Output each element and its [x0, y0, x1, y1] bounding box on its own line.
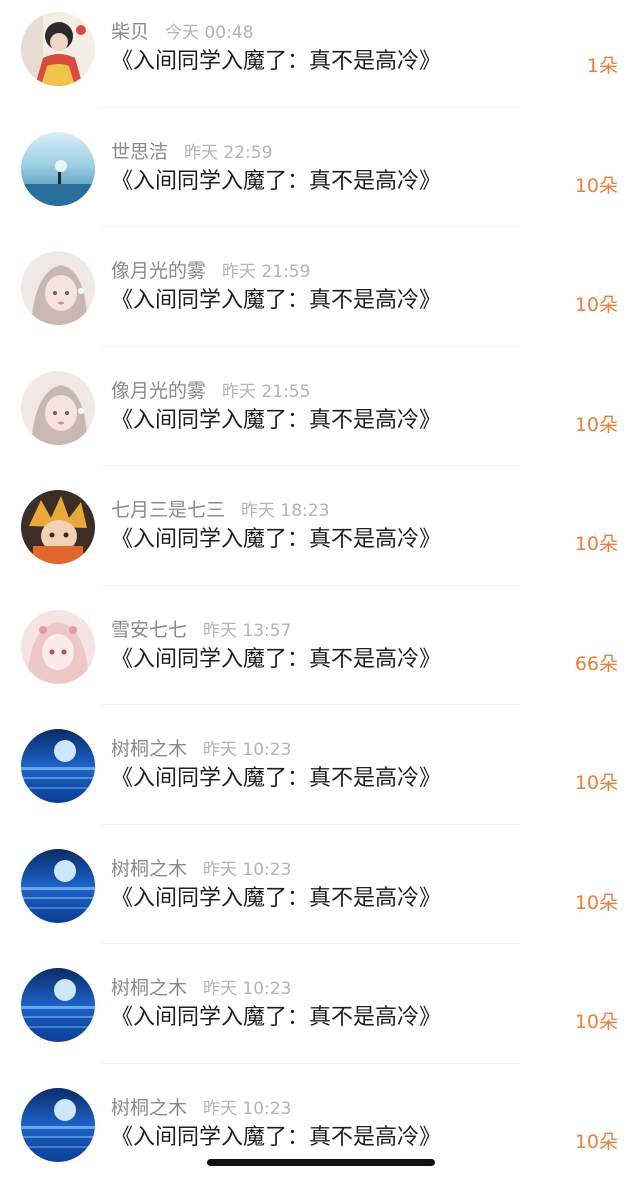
meta-line: 树桐之木昨天 10:23 [111, 855, 291, 883]
avatar[interactable] [21, 490, 95, 564]
meta-line: 像月光的雾昨天 21:55 [111, 377, 310, 405]
user-name[interactable]: 树桐之木 [111, 858, 187, 880]
divider [100, 943, 520, 944]
avatar[interactable] [21, 849, 95, 923]
user-name[interactable]: 雪安七七 [111, 619, 187, 641]
timestamp: 昨天 22:59 [184, 143, 272, 163]
gift-count: 10朵 [575, 889, 618, 917]
meta-line: 树桐之木昨天 10:23 [111, 735, 291, 763]
book-title: 《入间同学入魔了：真不是高冷》 [111, 763, 441, 795]
gift-count: 10朵 [575, 1128, 618, 1156]
meta-line: 世思洁昨天 22:59 [111, 138, 272, 166]
gift-record-list: 柴贝今天 00:48 《入间同学入魔了：真不是高冷》 1朵 [0, 0, 640, 1195]
avatar[interactable] [21, 968, 95, 1042]
book-title: 《入间同学入魔了：真不是高冷》 [111, 644, 441, 676]
divider [100, 704, 520, 705]
user-name[interactable]: 像月光的雾 [111, 380, 206, 402]
book-title: 《入间同学入魔了：真不是高冷》 [111, 1002, 441, 1034]
avatar-pink-girl-icon [21, 610, 95, 684]
gift-count: 10朵 [575, 1008, 618, 1036]
avatar-girl-red-icon [21, 12, 95, 86]
list-item[interactable]: 柴贝今天 00:48 《入间同学入魔了：真不是高冷》 1朵 [0, 0, 640, 120]
meta-line: 柴贝今天 00:48 [111, 18, 253, 46]
avatar[interactable] [21, 610, 95, 684]
avatar[interactable] [21, 251, 95, 325]
divider [100, 585, 520, 586]
divider [100, 1063, 520, 1064]
avatar-blue-moon-icon [21, 968, 95, 1042]
user-name[interactable]: 七月三是七三 [111, 499, 225, 521]
gift-count: 10朵 [575, 769, 618, 797]
gift-count: 1朵 [587, 52, 618, 80]
avatar-blue-moon-icon [21, 729, 95, 803]
avatar[interactable] [21, 729, 95, 803]
list-item[interactable]: 世思洁昨天 22:59 《入间同学入魔了：真不是高冷》 10朵 [0, 120, 640, 240]
divider [100, 824, 520, 825]
avatar[interactable] [21, 371, 95, 445]
avatar-anime-girl-icon [21, 371, 95, 445]
meta-line: 树桐之木昨天 10:23 [111, 1094, 291, 1122]
user-name[interactable]: 柴贝 [111, 21, 149, 43]
meta-line: 雪安七七昨天 13:57 [111, 616, 291, 644]
timestamp: 昨天 10:23 [203, 740, 291, 760]
list-item[interactable]: 雪安七七昨天 13:57 《入间同学入魔了：真不是高冷》 66朵 [0, 598, 640, 718]
user-name[interactable]: 树桐之木 [111, 738, 187, 760]
list-item[interactable]: 树桐之木昨天 10:23 《入间同学入魔了：真不是高冷》 10朵 [0, 1076, 640, 1195]
meta-line: 树桐之木昨天 10:23 [111, 974, 291, 1002]
gift-count: 10朵 [575, 530, 618, 558]
timestamp: 昨天 10:23 [203, 979, 291, 999]
divider [100, 346, 520, 347]
home-indicator[interactable] [207, 1159, 435, 1166]
timestamp: 昨天 21:59 [222, 262, 310, 282]
book-title: 《入间同学入魔了：真不是高冷》 [111, 883, 441, 915]
timestamp: 昨天 10:23 [203, 860, 291, 880]
avatar-anime-girl-icon [21, 251, 95, 325]
avatar-blue-moon-icon [21, 1088, 95, 1162]
book-title: 《入间同学入魔了：真不是高冷》 [111, 166, 441, 198]
divider [100, 107, 520, 108]
timestamp: 昨天 21:55 [222, 382, 310, 402]
avatar[interactable] [21, 1088, 95, 1162]
meta-line: 像月光的雾昨天 21:59 [111, 257, 310, 285]
timestamp: 昨天 10:23 [203, 1099, 291, 1119]
gift-count: 10朵 [575, 291, 618, 319]
gift-count: 10朵 [575, 411, 618, 439]
divider [100, 226, 520, 227]
list-item[interactable]: 像月光的雾昨天 21:59 《入间同学入魔了：真不是高冷》 10朵 [0, 239, 640, 359]
avatar-sea-icon [21, 132, 95, 206]
avatar[interactable] [21, 12, 95, 86]
divider [100, 465, 520, 466]
avatar-anime-boy-icon [21, 490, 95, 564]
book-title: 《入间同学入魔了：真不是高冷》 [111, 46, 441, 78]
book-title: 《入间同学入魔了：真不是高冷》 [111, 1122, 441, 1154]
list-item[interactable]: 树桐之木昨天 10:23 《入间同学入魔了：真不是高冷》 10朵 [0, 837, 640, 957]
timestamp: 昨天 18:23 [241, 501, 329, 521]
list-item[interactable]: 像月光的雾昨天 21:55 《入间同学入魔了：真不是高冷》 10朵 [0, 359, 640, 479]
book-title: 《入间同学入魔了：真不是高冷》 [111, 285, 441, 317]
user-name[interactable]: 树桐之木 [111, 1097, 187, 1119]
meta-line: 七月三是七三昨天 18:23 [111, 496, 329, 524]
list-item[interactable]: 七月三是七三昨天 18:23 《入间同学入魔了：真不是高冷》 10朵 [0, 478, 640, 598]
avatar[interactable] [21, 132, 95, 206]
timestamp: 今天 00:48 [165, 23, 253, 43]
book-title: 《入间同学入魔了：真不是高冷》 [111, 524, 441, 556]
gift-count: 66朵 [575, 650, 618, 678]
gift-count: 10朵 [575, 172, 618, 200]
user-name[interactable]: 像月光的雾 [111, 260, 206, 282]
list-item[interactable]: 树桐之木昨天 10:23 《入间同学入魔了：真不是高冷》 10朵 [0, 717, 640, 837]
timestamp: 昨天 13:57 [203, 621, 291, 641]
book-title: 《入间同学入魔了：真不是高冷》 [111, 405, 441, 437]
user-name[interactable]: 树桐之木 [111, 977, 187, 999]
user-name[interactable]: 世思洁 [111, 141, 168, 163]
list-item[interactable]: 树桐之木昨天 10:23 《入间同学入魔了：真不是高冷》 10朵 [0, 956, 640, 1076]
avatar-blue-moon-icon [21, 849, 95, 923]
